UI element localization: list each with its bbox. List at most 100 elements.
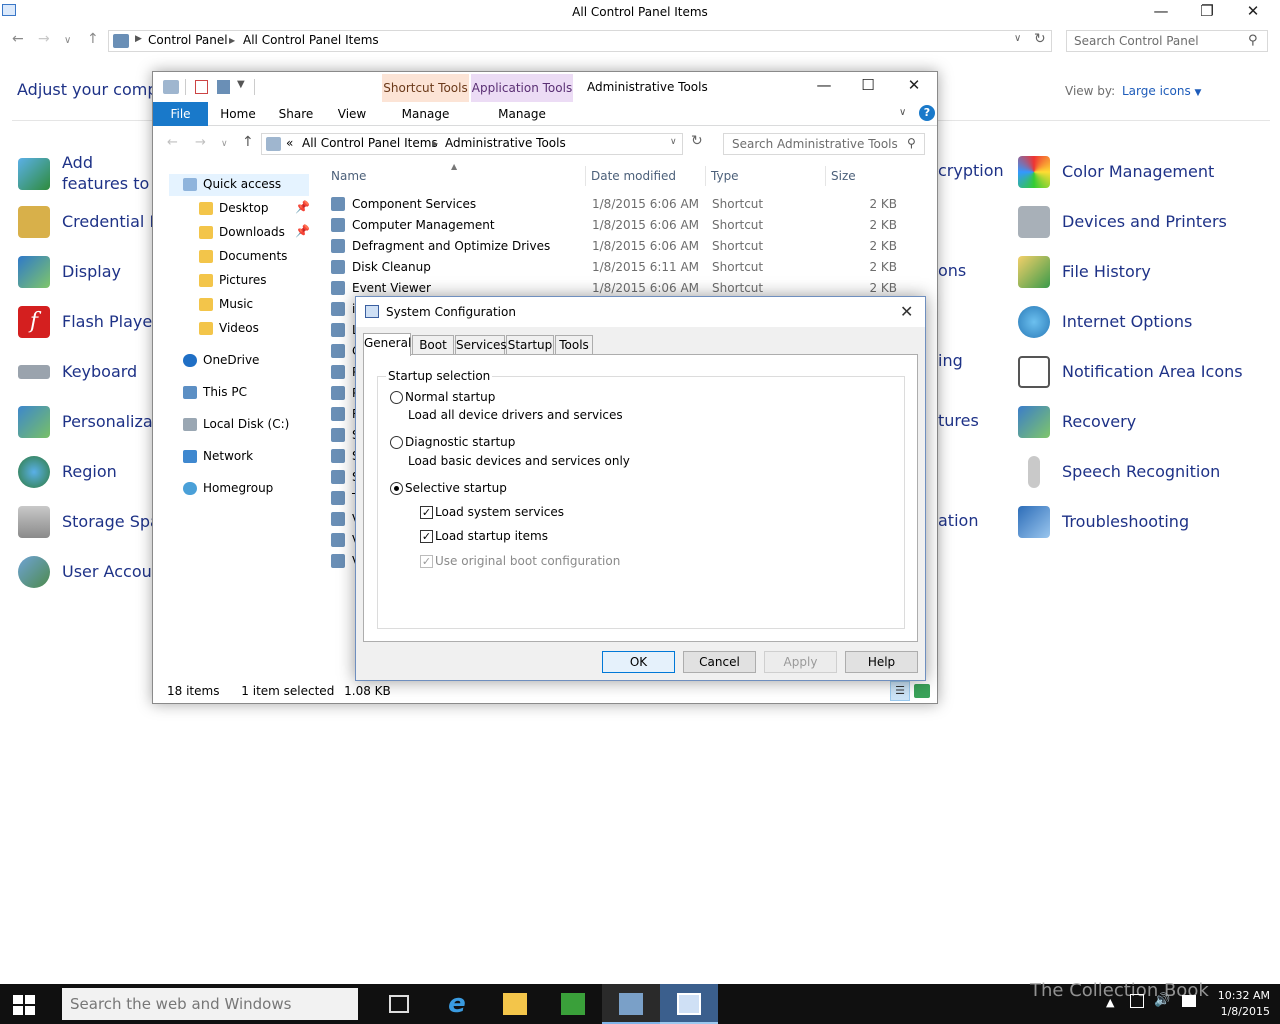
dialog-titlebar[interactable]: System Configuration ✕ [356, 297, 925, 327]
normal-startup-radio[interactable] [390, 391, 403, 404]
breadcrumb-all-items[interactable]: All Control Panel Items [302, 136, 438, 150]
details-view-icon[interactable]: ☰ [890, 681, 910, 701]
file-row[interactable]: Component Services 1/8/2015 6:06 AM Shortc… [329, 194, 909, 215]
cancel-button[interactable]: Cancel [683, 651, 756, 673]
file-row[interactable]: Disk Cleanup 1/8/2015 6:11 AM Shortcut 2 KB [329, 257, 909, 278]
address-dropdown-icon[interactable]: ∨ [670, 137, 677, 147]
cp-item-partial[interactable]: cryption [938, 161, 1004, 180]
load-system-services-label[interactable]: Load system services [435, 505, 564, 519]
explorer-refresh-icon[interactable]: ↻ [691, 133, 703, 149]
admin-tools-app-icon[interactable] [163, 80, 179, 94]
column-header-name[interactable]: Name [331, 169, 366, 183]
address-dropdown-icon[interactable]: ∨ [1014, 33, 1021, 44]
cp-item-internet-options[interactable]: Internet Options [1018, 306, 1268, 340]
explorer-forward-icon[interactable]: → [195, 135, 206, 150]
properties-icon[interactable] [195, 80, 208, 94]
ok-button[interactable]: OK [602, 651, 675, 673]
cp-item-partial[interactable]: ing [938, 351, 963, 370]
overflow-crumb[interactable]: « [286, 136, 293, 150]
file-row[interactable]: Computer Management 1/8/2015 6:06 AM Short… [329, 215, 909, 236]
ribbon-tab-file[interactable]: File [153, 102, 208, 126]
taskbar-file-explorer[interactable] [486, 984, 544, 1024]
diagnostic-startup-label[interactable]: Diagnostic startup [405, 435, 515, 449]
breadcrumb-control-panel[interactable]: Control Panel [148, 33, 228, 47]
ribbon-tab-share[interactable]: Share [273, 102, 319, 126]
back-arrow-icon[interactable]: ← [12, 31, 24, 47]
volume-icon[interactable]: 🔊 [1154, 993, 1170, 1008]
cp-item-add-features[interactable]: Add features to Windows 10 Technical Pre… [18, 153, 154, 196]
column-header-type[interactable]: Type [711, 169, 739, 183]
cp-item-partial[interactable]: ation [938, 511, 978, 530]
taskbar-clock[interactable]: 10:32 AM 1/8/2015 [1190, 988, 1270, 1020]
explorer-address-bar[interactable]: « All Control Panel Items ▶ Administrati… [261, 133, 683, 155]
expand-ribbon-icon[interactable]: ∨ [899, 107, 906, 118]
view-by-dropdown[interactable]: Large icons ▼ [1122, 84, 1201, 98]
dialog-close-button[interactable]: ✕ [900, 297, 913, 327]
search-icon[interactable]: ⚲ [907, 136, 916, 150]
column-divider[interactable] [705, 166, 706, 186]
breadcrumb-admin-tools[interactable]: Administrative Tools [445, 136, 566, 150]
breadcrumb-all-items[interactable]: All Control Panel Items [243, 33, 379, 47]
cp-item-speech-recognition[interactable]: Speech Recognition [1018, 456, 1268, 490]
cp-item-devices-printers[interactable]: Devices and Printers [1018, 206, 1268, 240]
taskbar-store[interactable] [544, 984, 602, 1024]
context-tab-shortcut-tools[interactable]: Shortcut Tools [382, 74, 469, 102]
load-startup-items-checkbox[interactable]: ✓ [420, 530, 433, 543]
refresh-icon[interactable]: ↻ [1034, 31, 1046, 47]
taskbar-internet-explorer[interactable]: e [428, 984, 486, 1024]
minimize-button[interactable]: — [1138, 0, 1184, 24]
cp-item-region[interactable]: Region [18, 456, 154, 490]
load-system-services-checkbox[interactable]: ✓ [420, 506, 433, 519]
column-header-date[interactable]: Date modified [591, 169, 676, 183]
explorer-minimize-button[interactable]: — [801, 74, 847, 98]
large-icons-view-icon[interactable] [914, 684, 930, 698]
new-folder-icon[interactable] [217, 80, 230, 94]
search-icon[interactable]: ⚲ [1248, 33, 1258, 48]
ribbon-tab-home[interactable]: Home [215, 102, 261, 126]
up-arrow-icon[interactable]: ↑ [87, 31, 99, 47]
cp-item-partial[interactable]: tures [938, 411, 979, 430]
cp-item-troubleshooting[interactable]: Troubleshooting [1018, 506, 1268, 540]
cp-item-notification-area[interactable]: Notification Area Icons [1018, 356, 1268, 390]
pin-icon[interactable]: 📌 [295, 224, 310, 238]
cp-item-keyboard[interactable]: Keyboard [18, 356, 154, 390]
normal-startup-label[interactable]: Normal startup [405, 390, 495, 404]
taskbar-search-input[interactable]: Search the web and Windows [62, 988, 358, 1020]
explorer-close-button[interactable]: ✕ [891, 74, 937, 98]
diagnostic-startup-radio[interactable] [390, 436, 403, 449]
cp-item-user-accounts[interactable]: User Accounts [18, 556, 154, 590]
file-row[interactable]: Defragment and Optimize Drives 1/8/2015 6… [329, 236, 909, 257]
explorer-back-icon[interactable]: ← [167, 135, 178, 150]
network-status-icon[interactable] [1130, 994, 1144, 1008]
context-tab-application-tools[interactable]: Application Tools [471, 74, 573, 102]
explorer-titlebar[interactable]: ▼ Shortcut Tools Application Tools Admin… [153, 72, 937, 102]
column-divider[interactable] [825, 166, 826, 186]
selective-startup-label[interactable]: Selective startup [405, 481, 507, 495]
system-configuration-dialog[interactable]: System Configuration ✕ General Boot Serv… [355, 296, 926, 681]
close-button[interactable]: ✕ [1230, 0, 1276, 24]
customize-toolbar-icon[interactable]: ▼ [237, 79, 245, 90]
forward-arrow-icon[interactable]: → [38, 31, 50, 47]
pin-icon[interactable]: 📌 [295, 200, 310, 214]
restore-button[interactable]: ❐ [1184, 0, 1230, 24]
help-button[interactable]: Help [845, 651, 918, 673]
tab-tools[interactable]: Tools [555, 335, 593, 355]
tab-services[interactable]: Services [455, 335, 507, 355]
explorer-up-icon[interactable]: ↑ [242, 134, 254, 150]
cp-item-partial[interactable]: ons [938, 261, 966, 280]
ribbon-tab-view[interactable]: View [329, 102, 375, 126]
load-startup-items-label[interactable]: Load startup items [435, 529, 548, 543]
taskbar-system-configuration[interactable] [660, 984, 718, 1024]
explorer-recent-icon[interactable]: ∨ [221, 139, 228, 149]
tab-startup[interactable]: Startup [506, 335, 554, 355]
cp-item-personalization[interactable]: Personalization [18, 406, 154, 440]
tab-general[interactable]: General [363, 333, 411, 356]
start-button[interactable] [10, 992, 38, 1018]
column-divider[interactable] [585, 166, 586, 186]
explorer-maximize-button[interactable]: ☐ [845, 74, 891, 98]
task-view-button[interactable] [370, 984, 428, 1024]
cp-item-credential-manager[interactable]: Credential Manager [18, 206, 154, 240]
control-panel-search-input[interactable]: Search Control Panel [1066, 30, 1268, 52]
cp-item-recovery[interactable]: Recovery [1018, 406, 1268, 440]
selective-startup-radio[interactable] [390, 482, 403, 495]
